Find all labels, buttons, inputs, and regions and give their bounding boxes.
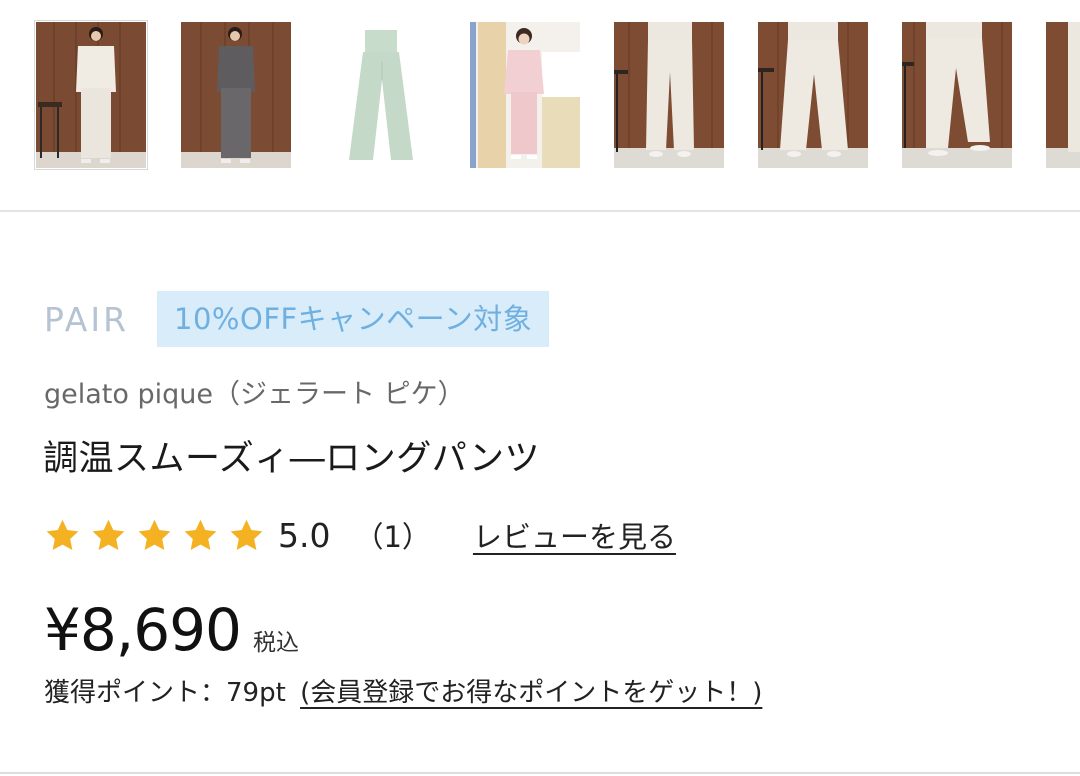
product-thumbnail-7[interactable] — [902, 22, 1012, 168]
pair-tag: PAIR — [44, 299, 130, 339]
star-icon — [44, 517, 81, 554]
points-earned: 獲得ポイント：79pt — [44, 678, 286, 708]
product-tags: PAIR 10%OFFキャンペーン対象 — [44, 291, 550, 347]
product-thumbnail-6[interactable] — [758, 22, 868, 168]
product-thumbnail-4[interactable] — [470, 22, 580, 168]
product-thumbnail-8[interactable] — [1046, 22, 1080, 168]
product-thumbnail-2[interactable] — [181, 22, 291, 168]
rating-score: 5.0 — [278, 515, 331, 555]
product-title: 調温スムーズィ―ロングパンツ — [43, 439, 541, 479]
price: ¥8,690 — [44, 596, 242, 664]
review-count: （1） — [354, 520, 431, 554]
star-icon — [228, 517, 265, 554]
star-icon — [136, 517, 173, 554]
section-divider — [0, 210, 1080, 212]
price-block: ¥8,690 税込 — [44, 596, 299, 664]
rating-summary: 5.0 （1） レビューを見る — [44, 510, 676, 560]
member-signup-link[interactable]: (会員登録でお得なポイントをゲット！) — [300, 678, 762, 708]
star-rating — [44, 517, 274, 554]
tax-included-label: 税込 — [252, 630, 299, 656]
product-thumbnail-1[interactable] — [34, 20, 148, 170]
product-thumbnail-3[interactable] — [327, 22, 437, 168]
product-thumbnail-5[interactable] — [614, 22, 724, 168]
star-icon — [90, 517, 127, 554]
brand-name: gelato pique（ジェラート ピケ） — [44, 379, 465, 410]
campaign-badge: 10%OFFキャンペーン対象 — [157, 291, 550, 347]
view-reviews-link[interactable]: レビューを見る — [473, 514, 676, 556]
product-image-carousel[interactable] — [0, 0, 1080, 210]
points-info: 獲得ポイント：79pt (会員登録でお得なポイントをゲット！) — [44, 672, 762, 709]
star-icon — [182, 517, 219, 554]
bottom-divider — [0, 772, 1080, 774]
